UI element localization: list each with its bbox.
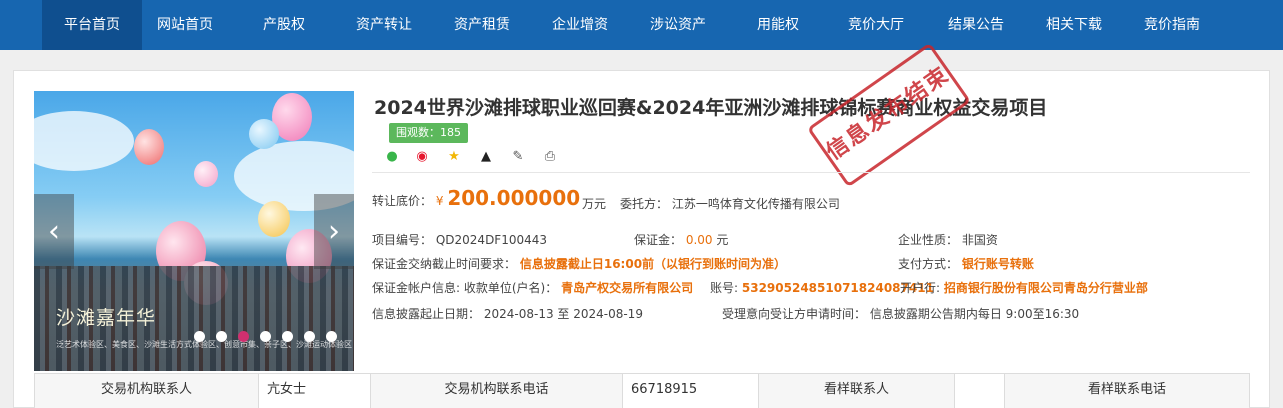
disclose-row: 信息披露起止日期： 2024-08-13 至 2024-08-19 (372, 305, 643, 322)
qq-icon[interactable]: ▲ (478, 149, 494, 165)
balloon-shape (249, 119, 279, 149)
edit-icon[interactable]: ✎ (510, 149, 526, 165)
org-phone-label: 交易机构联系电话 (371, 374, 623, 408)
price-row: 转让底价： ¥ 200.000000 (372, 186, 580, 210)
wechat-icon[interactable]: ● (384, 149, 400, 165)
nav-item-bidding-guide[interactable]: 竞价指南 (1130, 0, 1214, 50)
carousel-dot[interactable] (216, 331, 227, 342)
nav-item-asset-lease[interactable]: 资产租赁 (440, 0, 524, 50)
pay-label: 支付方式： (898, 257, 959, 271)
deposit-value: 0.00 (685, 233, 713, 247)
accept-value: 信息披露期公告期内每日 9:00至16:30 (869, 307, 1080, 321)
project-panel: ‹ › 沙滩嘉年华 泛艺术体验区、美食区、沙滩生活方式体验区、创意市集、亲子区、… (13, 42, 1270, 408)
price-label: 转让底价： (372, 194, 433, 208)
org-contact-label: 交易机构联系人 (35, 374, 259, 408)
nav-item-energy-rights[interactable]: 用能权 (736, 0, 820, 50)
status-stamp: 信息发布结束 (806, 42, 972, 188)
balloon-shape (134, 129, 164, 165)
nature-row: 企业性质： 非国资 (898, 231, 998, 248)
accept-label: 受理意向受让方申请时间： (722, 307, 867, 321)
print-icon[interactable]: ⎙ (542, 149, 558, 165)
bank-row: 开户行: 招商银行股份有限公司青岛分行营业部 (900, 279, 1148, 296)
nav-item-bidding-hall[interactable]: 竞价大厅 (834, 0, 918, 50)
carousel-dot[interactable] (326, 331, 337, 342)
nav-item-litigation-assets[interactable]: 涉讼资产 (636, 0, 720, 50)
nav-item-downloads[interactable]: 相关下载 (1032, 0, 1116, 50)
chevron-right-icon: › (328, 214, 340, 249)
nav-item-equity[interactable]: 产股权 (242, 0, 326, 50)
balloon-shape (258, 201, 290, 237)
title-divider (372, 172, 1250, 173)
nature-value: 非国资 (961, 233, 998, 247)
org-phone-value: 66718915 (623, 374, 759, 408)
carousel-dot[interactable] (282, 331, 293, 342)
contact-table: 交易机构联系人 亢女士 交易机构联系电话 66718915 看样联系人 看样联系… (34, 373, 1250, 408)
weibo-icon[interactable]: ◉ (414, 149, 430, 165)
balloon-shape (194, 161, 218, 187)
deadline-label: 保证金交纳截止时间要求： (372, 257, 517, 271)
nature-label: 企业性质： (898, 233, 959, 247)
bank-label: 开户行: (900, 281, 941, 295)
deposit-row: 保证金： 0.00 元 (634, 231, 728, 248)
nav-item-asset-transfer[interactable]: 资产转让 (342, 0, 426, 50)
pay-row: 支付方式： 银行账号转账 (898, 255, 1034, 272)
view-phone-label: 看样联系电话 (1005, 374, 1249, 408)
deposit-unit: 元 (716, 233, 729, 247)
project-no-value: QD2024DF100443 (435, 233, 548, 247)
price-value: 200.000000 (447, 186, 581, 210)
carousel-dot-active[interactable] (238, 331, 249, 342)
pay-value: 银行账号转账 (961, 257, 1034, 271)
nav-item-platform-home[interactable]: 平台首页 (42, 0, 142, 50)
deadline-value: 信息披露截止日16:00前（以银行到账时间为准） (519, 257, 787, 271)
disclose-value: 2024-08-13 至 2024-08-19 (483, 307, 643, 321)
image-carousel: ‹ › 沙滩嘉年华 泛艺术体验区、美食区、沙滩生活方式体验区、创意市集、亲子区、… (34, 91, 354, 371)
bank-value: 招商银行股份有限公司青岛分行营业部 (943, 281, 1148, 295)
deadline-row: 保证金交纳截止时间要求： 信息披露截止日16:00前（以银行到账时间为准） (372, 255, 786, 272)
currency-symbol: ¥ (435, 194, 444, 208)
account-no-label: 账号: (710, 281, 739, 295)
carousel-caption: 沙滩嘉年华 (56, 307, 157, 329)
view-contact-value (955, 374, 1005, 408)
project-no-row: 项目编号： QD2024DF100443 (372, 231, 547, 248)
views-badge: 围观数：185 (389, 123, 468, 143)
nav-item-site-home[interactable]: 网站首页 (142, 0, 228, 50)
account-name: 青岛产权交易所有限公司 (561, 281, 694, 295)
org-contact-value: 亢女士 (259, 374, 371, 408)
nav-item-capital-increase[interactable]: 企业增资 (538, 0, 622, 50)
carousel-dot[interactable] (194, 331, 205, 342)
entrust-label: 委托方： (620, 197, 669, 211)
chevron-left-icon: ‹ (48, 214, 60, 249)
carousel-dot[interactable] (260, 331, 271, 342)
view-contact-label: 看样联系人 (759, 374, 955, 408)
deposit-label: 保证金： (634, 233, 683, 247)
entrust-value: 江苏一鸣体育文化传播有限公司 (671, 197, 840, 211)
carousel-prev-button[interactable]: ‹ (34, 194, 74, 269)
entrust-row: 委托方： 江苏一鸣体育文化传播有限公司 (620, 195, 840, 212)
price-unit: 万元 (582, 197, 607, 211)
accept-row: 受理意向受让方申请时间： 信息披露期公告期内每日 9:00至16:30 (722, 305, 1079, 322)
carousel-dot[interactable] (304, 331, 315, 342)
carousel-next-button[interactable]: › (314, 194, 354, 269)
disclose-label: 信息披露起止日期： (372, 307, 481, 321)
account-label: 保证金帐户信息: 收款单位(户名)： (372, 281, 558, 295)
favorite-star-icon[interactable]: ★ (446, 149, 462, 165)
account-row: 保证金帐户信息: 收款单位(户名)： 青岛产权交易所有限公司 (372, 279, 693, 296)
top-nav: 平台首页 网站首页 产股权 资产转让 资产租赁 企业增资 涉讼资产 用能权 竞价… (0, 0, 1283, 50)
nav-item-result-notice[interactable]: 结果公告 (934, 0, 1018, 50)
cloud-shape (34, 111, 134, 171)
project-no-label: 项目编号： (372, 233, 433, 247)
